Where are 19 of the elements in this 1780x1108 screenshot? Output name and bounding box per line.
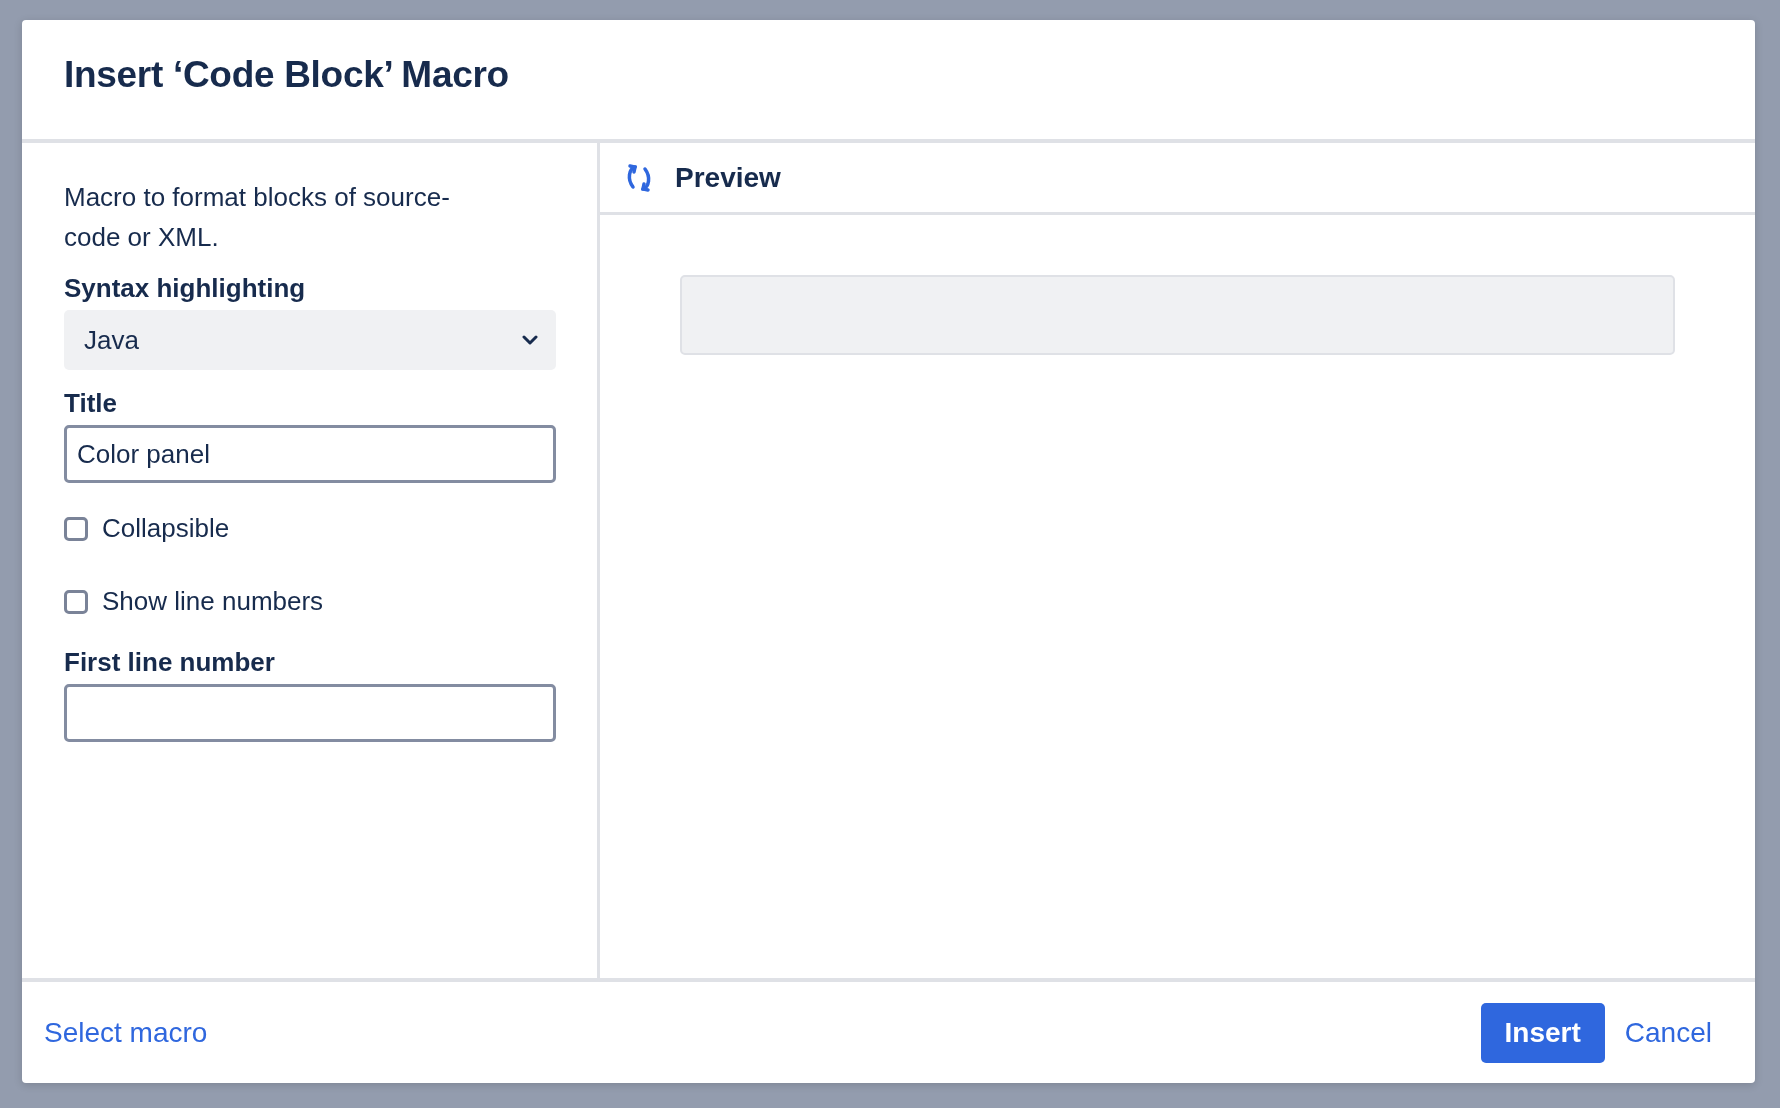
- checkbox-label[interactable]: Collapsible: [102, 513, 230, 544]
- preview-heading: Preview: [675, 161, 781, 194]
- field-label: Syntax highlighting: [64, 273, 306, 304]
- text-field[interactable]: [64, 684, 556, 742]
- chevron-down-icon: [522, 334, 538, 346]
- checkbox[interactable]: [64, 589, 88, 614]
- refresh-icon[interactable]: [625, 161, 653, 194]
- field-label: Title: [64, 388, 117, 419]
- select-macro-link[interactable]: Select macro: [44, 1016, 208, 1049]
- checkbox-label[interactable]: Show line numbers: [102, 586, 324, 617]
- insert-button[interactable]: Insert: [1480, 1002, 1605, 1063]
- checkbox[interactable]: [64, 516, 88, 541]
- cancel-button[interactable]: Cancel: [1618, 1016, 1718, 1049]
- select-value: Java: [84, 324, 139, 356]
- description-text: Macro to format blocks of source-code or XML.: [64, 181, 451, 254]
- select-field[interactable]: Java: [64, 310, 556, 370]
- field-label: First line number: [64, 647, 275, 678]
- dialog-title: Insert ‘Code Block’ Macro: [64, 54, 509, 96]
- text-field[interactable]: Color panel: [64, 425, 556, 483]
